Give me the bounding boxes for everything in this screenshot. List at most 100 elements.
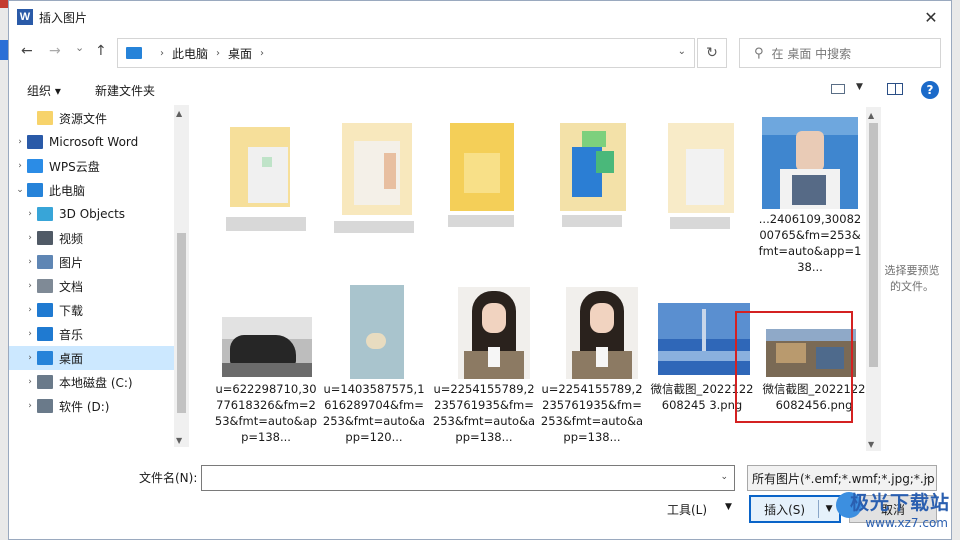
list-item[interactable]: u=2254155789,2235761935&fm=253&fmt=auto&… [433,285,540,453]
search-icon: ⚲ [754,45,764,61]
sidebar-item-label: 3D Objects [59,207,126,221]
chevron-down-icon[interactable]: ⌄ [720,472,728,482]
breadcrumb-this-pc[interactable]: 此电脑 [172,45,208,62]
chevron-right-icon[interactable]: › [23,209,37,219]
sidebar-item[interactable]: › 3D Objects [9,202,175,226]
folder-icon [37,111,53,125]
list-item[interactable]: u=1403587575,1616289704&fm=253&fmt=auto&… [323,285,430,453]
sidebar-item[interactable]: › 图片 [9,250,175,274]
sidebar-item-label: Microsoft Word [49,135,139,149]
new-folder-button[interactable]: 新建文件夹 [95,82,155,99]
sidebar-item-label: 桌面 [59,351,84,366]
file-name: u=622298710,3077618326&fm=253&fmt=auto&a… [214,382,318,444]
organize-button[interactable]: 组织 ▾ [27,82,61,99]
watermark: 极光下载站 www.xz7.com [818,486,958,540]
search-box[interactable]: ⚲ 在 桌面 中搜索 [739,38,941,68]
sidebar-item-label: 图片 [59,255,84,270]
address-bar[interactable]: › 此电脑 › 桌面 › ⌄ [117,38,695,68]
sidebar-item[interactable]: › 下载 [9,298,175,322]
scroll-down-icon[interactable]: ▼ [176,436,182,445]
sidebar-item[interactable]: › 文档 [9,274,175,298]
video-icon [37,231,53,245]
chevron-down-icon[interactable]: ▼ [725,502,732,512]
breadcrumb-desktop[interactable]: 桌面 [228,45,252,62]
file-name: u=1403587575,1616289704&fm=253&fmt=auto&… [322,382,426,444]
preview-pane-icon[interactable] [887,83,903,95]
scrollbar-thumb[interactable] [869,123,878,367]
scroll-down-icon[interactable]: ▼ [868,440,874,449]
close-button[interactable]: ✕ [911,1,951,33]
chevron-right-icon[interactable]: › [23,353,37,363]
list-item[interactable] [656,105,760,285]
chevron-down-icon[interactable]: ▼ [856,82,863,92]
list-item[interactable]: u=622298710,3077618326&fm=253&fmt=auto&a… [215,285,322,453]
view-icon[interactable] [831,84,845,94]
title-bar: W 插入图片 ✕ [9,1,951,33]
sidebar-scrollbar[interactable]: ▲ ▼ [174,105,189,447]
chevron-right-icon[interactable]: › [260,48,264,59]
chevron-down-icon[interactable]: ⌄ [13,185,27,195]
list-item[interactable] [438,105,542,285]
chevron-right-icon[interactable]: › [23,329,37,339]
filename-input[interactable]: ⌄ [201,465,735,491]
sidebar-item[interactable]: ⌄ 此电脑 [9,178,175,202]
scroll-up-icon[interactable]: ▲ [868,111,874,120]
chevron-down-icon[interactable]: ⌄ [678,46,686,57]
sidebar-item-label: 音乐 [59,327,84,342]
list-item[interactable]: ...2406109,3008200765&fm=253&fmt=auto&ap… [758,105,862,285]
file-list-scrollbar[interactable]: ▲ ▼ [866,107,881,451]
chevron-right-icon[interactable]: › [23,281,37,291]
sidebar-item-label: 此电脑 [49,183,86,198]
command-bar: 组织 ▾ 新建文件夹 ▼ ? [9,75,951,105]
tools-button[interactable]: 工具(L) [667,501,707,518]
pictures-icon [37,255,53,269]
drive-c-icon [37,375,53,389]
sidebar-item[interactable]: › 音乐 [9,322,175,346]
refresh-button[interactable]: ↻ [697,38,727,68]
search-input[interactable]: 在 桌面 中搜索 [772,45,852,62]
word-icon [27,135,43,149]
file-name: u=2254155789,2235761935&fm=253&fmt=auto&… [540,382,644,444]
computer-icon [27,183,43,197]
insert-label[interactable]: 插入(S) [751,501,818,518]
shortcut-icon [556,123,632,215]
sidebar-item[interactable]: › 软件 (D:) [9,394,175,418]
sidebar-item-label: 下载 [59,303,84,318]
sidebar-item-label: 视频 [59,231,84,246]
help-icon[interactable]: ? [921,81,939,99]
chevron-right-icon: › [160,47,164,59]
chevron-right-icon[interactable]: › [13,161,27,171]
back-icon[interactable]: ← [21,43,33,59]
forward-icon[interactable]: → [49,43,61,59]
drive-d-icon [37,399,53,413]
chevron-right-icon[interactable]: › [216,48,220,59]
sidebar-item[interactable]: › WPS云盘 [9,154,175,178]
photo-thumbnail [762,117,858,209]
chevron-right-icon[interactable]: › [23,401,37,411]
sidebar-item-label: 资源文件 [59,111,108,126]
folder-icon [446,123,518,215]
sidebar-item[interactable]: › 本地磁盘 (C:) [9,370,175,394]
sidebar-item[interactable]: › 视频 [9,226,175,250]
desktop-icon [37,351,53,365]
sidebar-item[interactable]: › Microsoft Word [9,130,175,154]
chevron-down-icon[interactable]: ⌄ [922,472,930,482]
sidebar-item[interactable]: › 桌面 [9,346,175,370]
chevron-right-icon[interactable]: › [23,305,37,315]
list-item[interactable]: u=2254155789,2235761935&fm=253&fmt=auto&… [541,285,648,453]
watermark-url: www.xz7.com [865,516,948,530]
up-icon[interactable]: ↑ [95,43,107,59]
scrollbar-thumb[interactable] [177,233,186,413]
chevron-right-icon[interactable]: › [23,377,37,387]
recent-locations-icon[interactable]: ⌄ [75,41,84,54]
list-item[interactable] [192,105,306,285]
chevron-right-icon[interactable]: › [23,233,37,243]
image-thumbnail [566,287,638,379]
computer-icon [126,47,142,59]
list-item[interactable] [324,105,428,285]
list-item[interactable] [548,105,652,285]
chevron-right-icon[interactable]: › [23,257,37,267]
chevron-right-icon[interactable]: › [13,137,27,147]
scroll-up-icon[interactable]: ▲ [176,109,182,118]
sidebar-item[interactable]: 资源文件 [9,106,175,130]
